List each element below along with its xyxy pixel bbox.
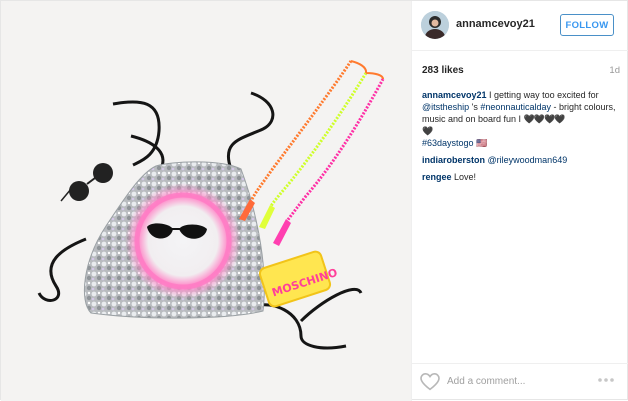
likes-count[interactable]: 283 likes <box>422 65 464 76</box>
comment-text[interactable]: @rileywoodman649 <box>488 155 568 165</box>
heart-icon[interactable] <box>420 373 440 391</box>
comment-item: rengee Love! <box>422 171 622 183</box>
post-photo[interactable]: MOSCHINO <box>1 1 411 401</box>
caption-hashtag-2[interactable]: #63daystogo <box>422 138 474 148</box>
caption-username[interactable]: annamcevoy21 <box>422 90 487 100</box>
comment-text: Love! <box>454 172 477 182</box>
caption-hearts: 🖤🖤🖤🖤 <box>523 114 566 124</box>
caption-text-2: 's <box>469 102 481 112</box>
caption: annamcevoy21 I getting way too excited f… <box>422 89 622 149</box>
instagram-post: MOSCHINO annamcevoy21 FOLLOW 283 likes 1… <box>0 0 628 401</box>
likes-row: 283 likes 1d <box>422 65 620 79</box>
caption-flag: 🇺🇸 <box>476 138 488 148</box>
post-time[interactable]: 1d <box>609 65 620 76</box>
comment-username[interactable]: indiaroberston <box>422 155 485 165</box>
follow-button[interactable]: FOLLOW <box>560 14 614 36</box>
add-comment-input[interactable]: Add a comment... <box>447 376 525 387</box>
comments-list: annamcevoy21 I getting way too excited f… <box>422 89 622 188</box>
comment-username[interactable]: rengee <box>422 172 452 182</box>
caption-mention[interactable]: @itstheship <box>422 102 469 112</box>
more-options-icon[interactable] <box>596 374 616 386</box>
post-sidebar: annamcevoy21 FOLLOW 283 likes 1d annamce… <box>411 1 628 401</box>
post-author-username[interactable]: annamcevoy21 <box>456 18 535 30</box>
caption-hashtag[interactable]: #neonnauticalday <box>480 102 551 112</box>
comment-footer: Add a comment... <box>412 363 628 401</box>
photo-illustration: MOSCHINO <box>1 1 411 401</box>
caption-hearts-2: 🖤 <box>422 126 433 136</box>
avatar[interactable] <box>421 11 449 39</box>
post-header: annamcevoy21 FOLLOW <box>412 1 628 51</box>
comment-item: indiaroberston @rileywoodman649 <box>422 154 622 166</box>
caption-text-1: I getting way too excited for <box>486 90 599 100</box>
